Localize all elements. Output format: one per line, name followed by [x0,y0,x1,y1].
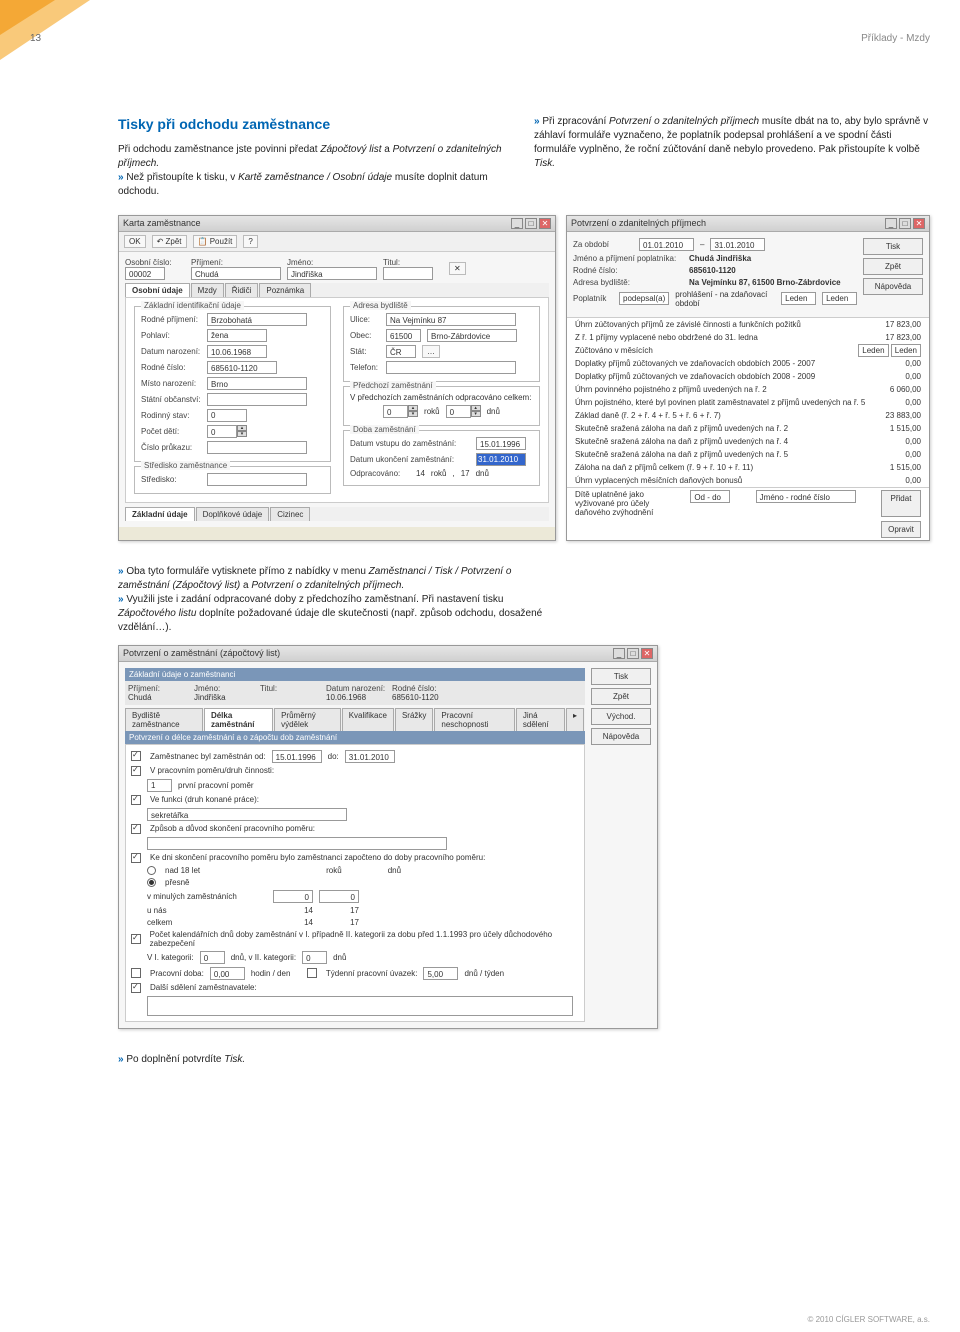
tisk-button[interactable]: Tisk [591,668,651,685]
tisk-button[interactable]: Tisk [863,238,923,255]
screenshot-taxable-income: Potvrzení o zdanitelných příjmech _ □ ✕ … [566,215,930,541]
pohlavi-select[interactable]: žena [207,329,267,342]
tab-scroll-icon[interactable]: ▸ [566,708,584,731]
jmeno-input[interactable]: Jindřiška [287,267,377,280]
header-right: Příklady - Mzdy [861,33,930,44]
tab-osobni[interactable]: Osobní údaje [125,283,190,297]
checkbox[interactable] [131,751,141,761]
content-area: Tisky při odchodu zaměstnance Při odchod… [118,115,930,1067]
pocdeti-input[interactable]: 0 [207,425,237,438]
mistnar-input[interactable]: Brno [207,377,307,390]
obec-input[interactable]: Brno-Zábrdovice [427,329,517,342]
psc-input[interactable]: 61500 [386,329,421,342]
tab[interactable]: Pracovní neschopnosti [434,708,515,731]
corner-decoration-inner [0,0,55,35]
section-heading: Tisky při odchodu zaměstnance [118,115,514,135]
rodstav-select[interactable]: 0 [207,409,247,422]
tab[interactable]: Bydliště zaměstnance [125,708,203,731]
help-icon[interactable]: ? [243,235,257,248]
screenshot-zapoctovy-list: Potvrzení o zaměstnání (zápočtový list) … [118,645,658,1029]
bottab-cizinec[interactable]: Cizinec [270,507,310,521]
checkbox[interactable] [131,968,141,978]
napoveda-button[interactable]: Nápověda [863,278,923,295]
titul-select[interactable] [383,267,433,280]
close-icon[interactable]: ✕ [641,648,653,659]
back-button[interactable]: ↶ Zpět [152,235,187,248]
opravit-button[interactable]: Opravit [881,521,921,538]
tab[interactable]: Srážky [395,708,433,731]
checkbox[interactable] [307,968,317,978]
pridat-button[interactable]: Přidat [881,490,921,517]
tab-mzdy[interactable]: Mzdy [191,283,224,297]
spin-down-icon[interactable]: ▾ [237,431,247,437]
minimize-icon[interactable]: _ [885,218,897,229]
ok-button[interactable]: OK [124,235,146,248]
rodpr-input[interactable]: Brzobohatá [207,313,307,326]
tab[interactable]: Kvalifikace [342,708,394,731]
zpet-button[interactable]: Zpět [863,258,923,275]
footer: © 2010 CÍGLER SOFTWARE, a.s. [807,1315,930,1324]
dukon-input[interactable]: 31.01.2010 [476,453,526,466]
window-title: Karta zaměstnance [123,218,201,228]
window-title: Potvrzení o zdanitelných příjmech [571,218,706,228]
use-button[interactable]: 📋 Použít [193,235,238,248]
lookup-icon[interactable]: … [422,345,440,358]
checkbox[interactable] [131,824,141,834]
maximize-icon[interactable]: □ [525,218,537,229]
datnar-input[interactable]: 10.06.1968 [207,345,267,358]
paragraph-mid1: » Oba tyto formuláře vytisknete přímo z … [118,565,556,593]
tel-input[interactable] [386,361,516,374]
right-column: » Při zpracování Potvrzení o zdanitelnýc… [534,115,930,199]
tab-ridici[interactable]: Řidiči [225,283,259,297]
checkbox[interactable] [131,795,141,805]
dvstup-input[interactable]: 15.01.1996 [476,437,526,450]
radio[interactable] [147,866,156,875]
maximize-icon[interactable]: □ [627,648,639,659]
oscislo-input[interactable]: 00002 [125,267,165,280]
prijmeni-input[interactable]: Chudá [191,267,281,280]
cprukaz-input[interactable] [207,441,307,454]
maximize-icon[interactable]: □ [899,218,911,229]
clear-icon[interactable]: ✕ [449,262,466,275]
radio[interactable] [147,878,156,887]
paragraph-mid2: » Využili jste i zadání odpracované doby… [118,593,556,635]
stat-input[interactable]: ČR [386,345,416,358]
zpet-button[interactable]: Zpět [591,688,651,705]
ulice-input[interactable]: Na Vejmínku 87 [386,313,516,326]
checkbox[interactable] [131,766,141,776]
vychozi-button[interactable]: Východ. [591,708,651,725]
checkbox[interactable] [131,853,141,863]
stredisko-select[interactable] [207,473,307,486]
dalsi-sdeleni-input[interactable] [147,996,573,1016]
tab-poznamka[interactable]: Poznámka [259,283,311,297]
window-title: Potvrzení o zaměstnání (zápočtový list) [123,648,280,658]
left-column: Tisky při odchodu zaměstnance Při odchod… [118,115,514,199]
bottab-doplnkove[interactable]: Doplňkové údaje [196,507,270,521]
tab[interactable]: Jiná sdělení [516,708,565,731]
tab[interactable]: Délka zaměstnání [204,708,273,731]
bullet-paragraph-1: » Než přistoupíte k tisku, v Kartě zaměs… [118,171,514,199]
checkbox[interactable] [131,934,141,944]
page-number: 13 [30,33,41,44]
statob-select[interactable] [207,393,307,406]
bullet-paragraph-2: » Při zpracování Potvrzení o zdanitelnýc… [534,115,930,171]
close-icon[interactable]: ✕ [539,218,551,229]
rc-input[interactable]: 685610-1120 [207,361,277,374]
close-icon[interactable]: ✕ [913,218,925,229]
bottab-zakladni[interactable]: Základní údaje [125,507,195,521]
screenshot-employee-card: Karta zaměstnance _ □ ✕ OK ↶ Zpět 📋 Použ… [118,215,556,541]
minimize-icon[interactable]: _ [613,648,625,659]
checkbox[interactable] [131,983,141,993]
minimize-icon[interactable]: _ [511,218,523,229]
napoveda-button[interactable]: Nápověda [591,728,651,745]
tab[interactable]: Průměrný výdělek [274,708,341,731]
intro-paragraph: Při odchodu zaměstnance jste povinni pře… [118,143,514,171]
end-paragraph: » Po doplnění potvrdíte Tisk. [118,1053,930,1067]
